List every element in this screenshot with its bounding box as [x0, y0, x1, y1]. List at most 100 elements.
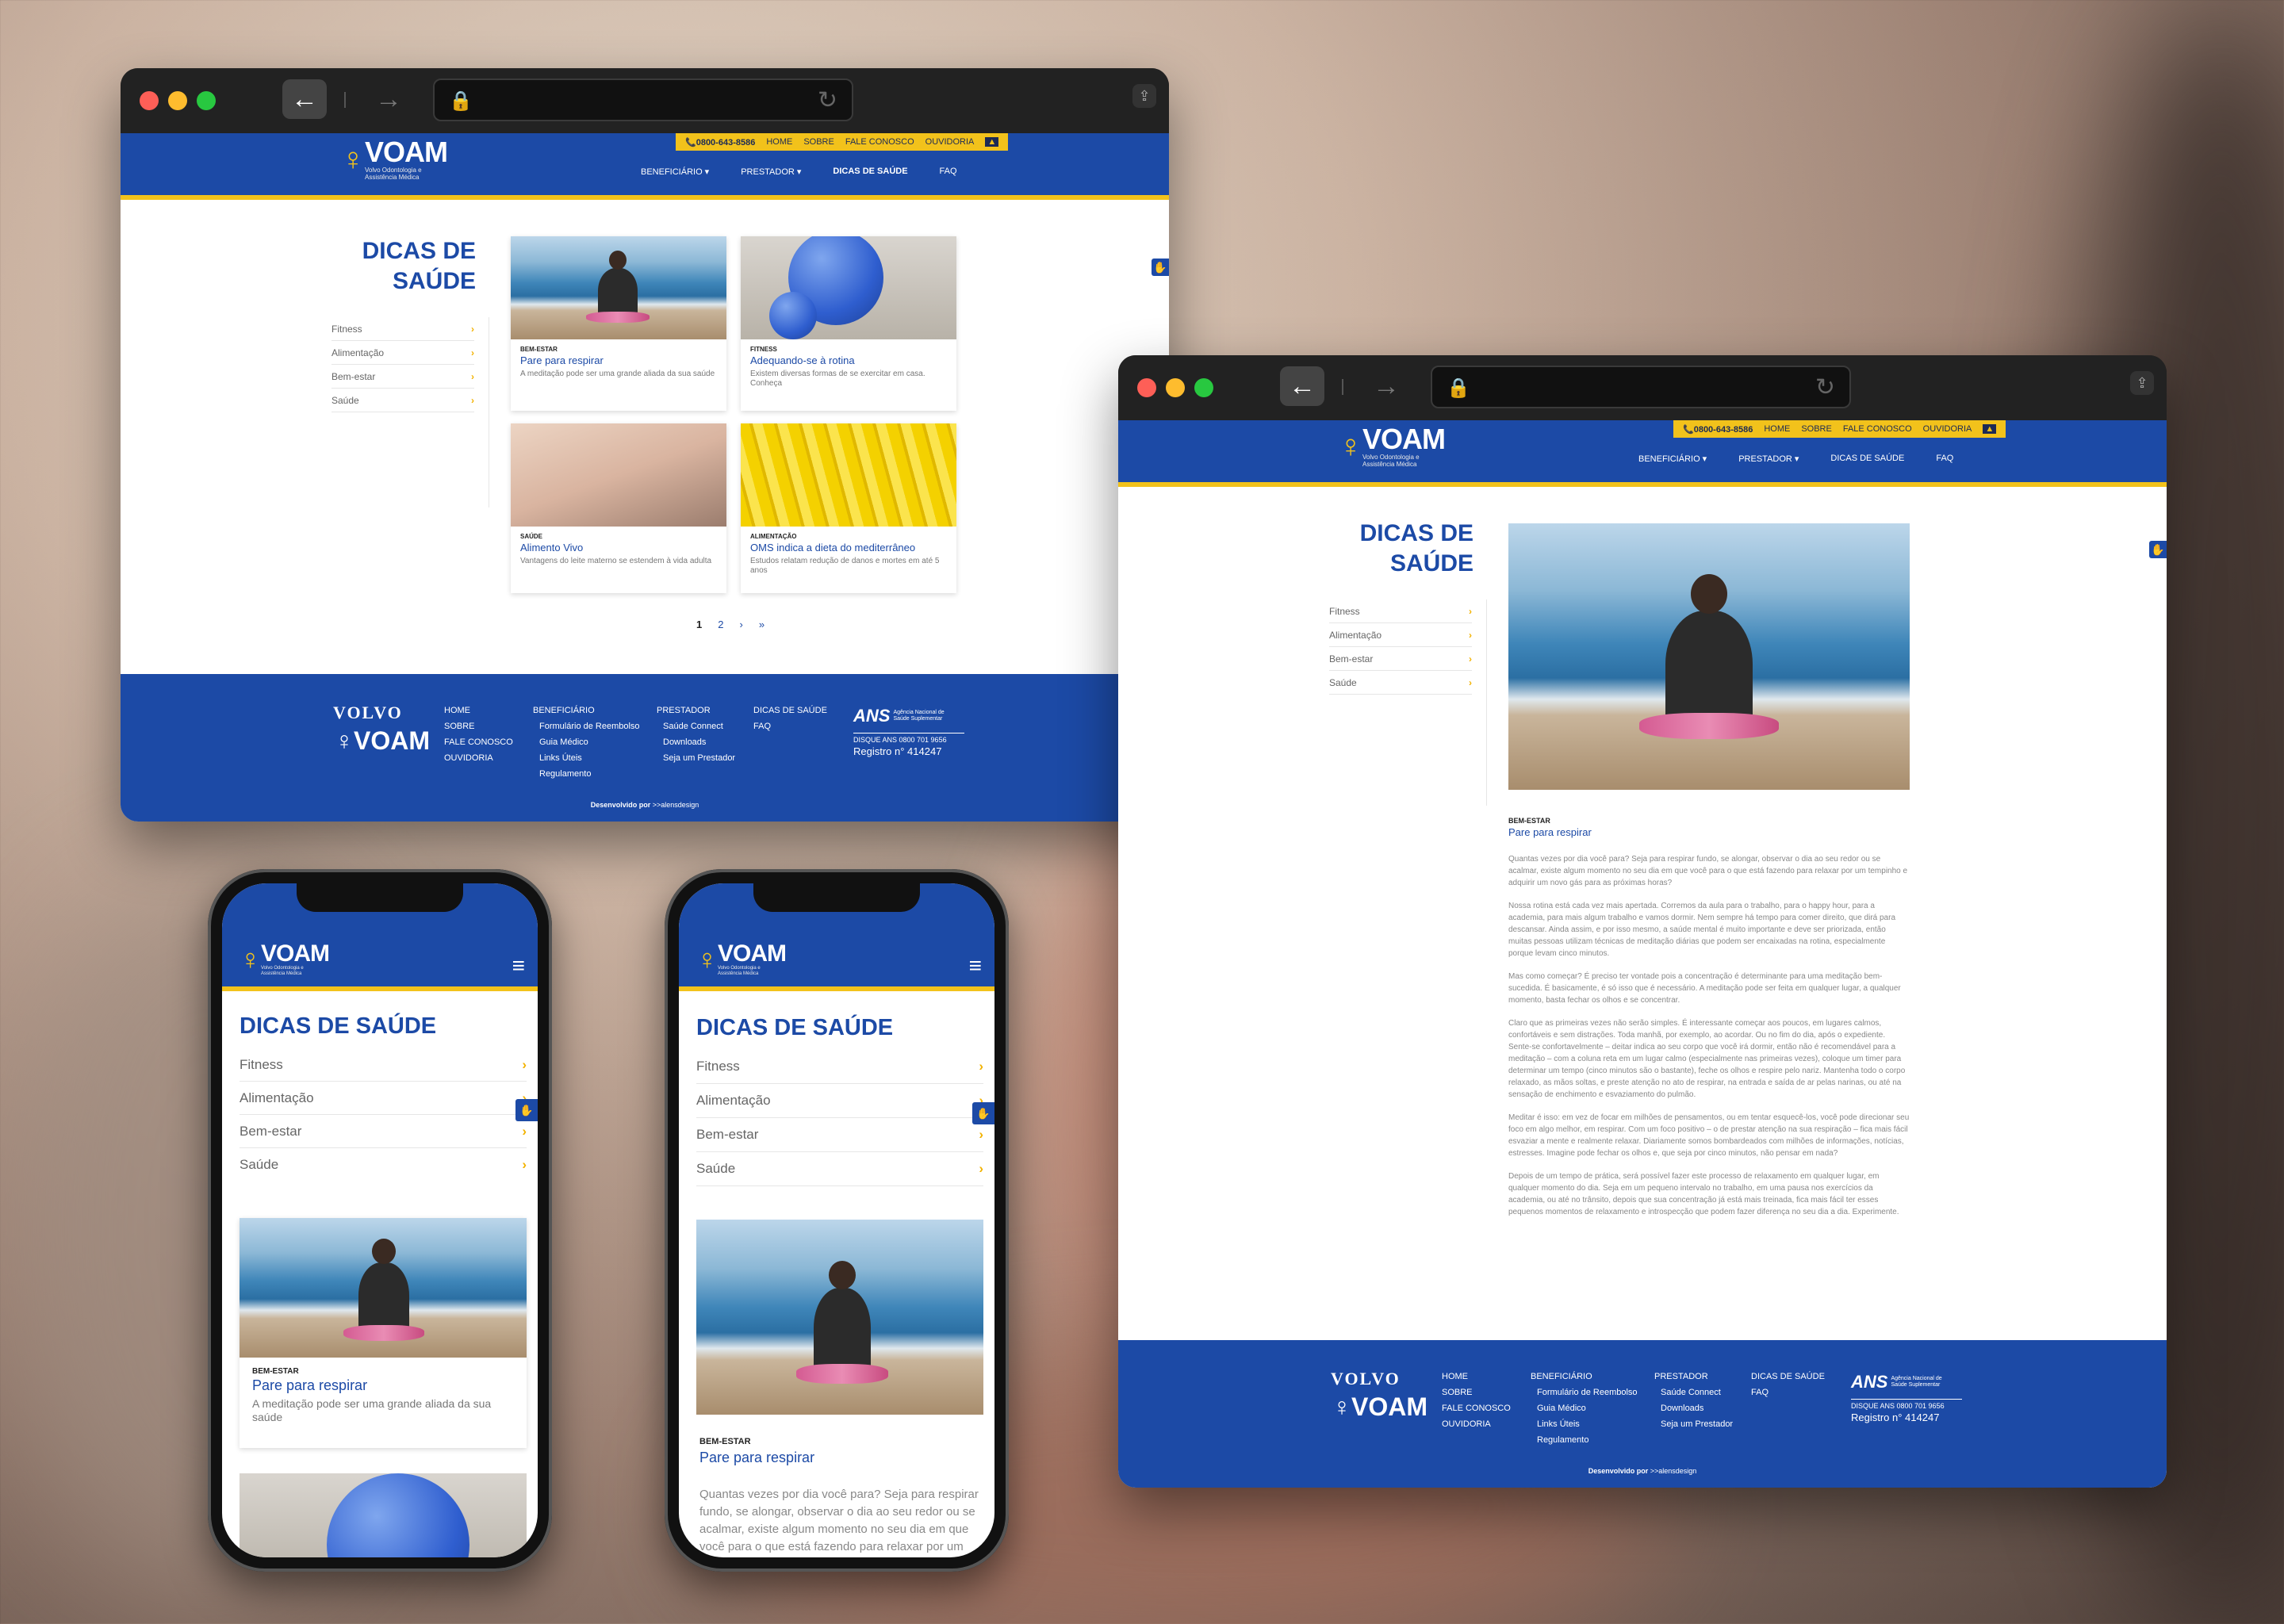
arrow-right-icon[interactable]: → — [1370, 366, 1402, 406]
top-link-fale-conosco[interactable]: FALE CONOSCO — [1843, 424, 1912, 434]
top-link-home[interactable]: HOME — [766, 137, 792, 147]
top-link-ouvidoria[interactable]: OUVIDORIA — [1923, 424, 1972, 434]
category-fitness[interactable]: Fitness › — [1329, 599, 1472, 623]
category-alimentacao[interactable]: Alimentação › — [1329, 623, 1472, 647]
category-saude[interactable]: Saúde › — [1329, 671, 1472, 695]
close-window-button[interactable] — [140, 91, 159, 110]
nav-dicas-de-saude[interactable]: DICAS DE SAÚDE — [1830, 454, 1904, 464]
nav-prestador[interactable]: PRESTADOR ▾ — [1738, 454, 1799, 464]
footer-link[interactable]: Regulamento — [1531, 1432, 1638, 1448]
nav-beneficiario[interactable]: BENEFICIÁRIO ▾ — [641, 167, 709, 177]
top-link-ouvidoria[interactable]: OUVIDORIA — [925, 137, 975, 147]
nav-dicas-de-saude[interactable]: DICAS DE SAÚDE — [833, 167, 907, 177]
footer-link-home[interactable]: HOME — [444, 703, 513, 718]
page-2[interactable]: 2 — [718, 619, 723, 630]
article-title[interactable]: Adequando-se à rotina — [750, 354, 947, 366]
voam-logo[interactable]: ♀ VOAM Volvo Odontologia e Assistência Mé… — [240, 942, 330, 977]
footer-link-dicas[interactable]: DICAS DE SAÚDE — [753, 703, 827, 718]
category-alimentacao[interactable]: Alimentação › — [331, 341, 474, 365]
footer-link[interactable]: Downloads — [657, 734, 735, 750]
hamburger-icon[interactable]: ≡ — [512, 953, 525, 979]
maximize-window-button[interactable] — [197, 91, 216, 110]
phone-link[interactable]: 📞0800-643-8586 — [1683, 424, 1753, 435]
article-card[interactable]: SAÚDE Alimento Vivo Vantagens do leite mat… — [511, 423, 726, 593]
footer-link-sobre[interactable]: SOBRE — [444, 718, 513, 734]
nav-beneficiario[interactable]: BENEFICIÁRIO ▾ — [1638, 454, 1707, 464]
voam-logo[interactable]: ♀ VOAM Volvo Odontologia e Assistência Mé… — [696, 942, 787, 977]
close-window-button[interactable] — [1137, 378, 1156, 397]
footer-heading-beneficiario[interactable]: BENEFICIÁRIO — [533, 703, 640, 718]
hamburger-icon[interactable]: ≡ — [969, 953, 982, 979]
article-card[interactable]: ALIMENTAÇÃO OMS indica a dieta do mediter… — [741, 423, 956, 593]
arrow-left-icon[interactable]: ← — [282, 79, 327, 119]
footer-link-dicas[interactable]: DICAS DE SAÚDE — [1751, 1369, 1825, 1385]
footer-link[interactable]: Links Úteis — [1531, 1416, 1638, 1432]
accessibility-hand-icon[interactable]: ✋ — [2149, 541, 2167, 558]
category-bem-estar[interactable]: Bem-estar › — [240, 1115, 527, 1148]
footer-link[interactable]: Links Úteis — [533, 750, 640, 766]
address-bar[interactable]: 🔒 ↻ — [433, 79, 853, 121]
footer-link-ouvidoria[interactable]: OUVIDORIA — [444, 750, 513, 766]
category-saude[interactable]: Saúde › — [696, 1152, 983, 1186]
address-bar[interactable]: 🔒 ↻ — [1431, 366, 1851, 408]
top-link-fale-conosco[interactable]: FALE CONOSCO — [845, 137, 914, 147]
arrow-left-icon[interactable]: ← — [1280, 366, 1324, 406]
footer-link-fale-conosco[interactable]: FALE CONOSCO — [444, 734, 513, 750]
nav-prestador[interactable]: PRESTADOR ▾ — [741, 167, 801, 177]
footer-heading-beneficiario[interactable]: BENEFICIÁRIO — [1531, 1369, 1638, 1385]
accessibility-hand-icon[interactable]: ✋ — [972, 1102, 994, 1124]
article-title[interactable]: Pare para respirar — [520, 354, 717, 366]
minimize-window-button[interactable] — [168, 91, 187, 110]
phone-link[interactable]: 📞0800-643-8586 — [685, 137, 755, 147]
footer-link-sobre[interactable]: SOBRE — [1442, 1385, 1511, 1400]
nav-faq[interactable]: FAQ — [940, 167, 957, 177]
footer-link[interactable]: Guia Médico — [533, 734, 640, 750]
arrow-right-icon[interactable]: → — [373, 79, 404, 119]
category-alimentacao[interactable]: Alimentação › — [696, 1084, 983, 1118]
article-title[interactable]: Alimento Vivo — [520, 542, 717, 553]
maximize-window-button[interactable] — [1194, 378, 1213, 397]
footer-link[interactable]: Guia Médico — [1531, 1400, 1638, 1416]
article-card[interactable]: BEM-ESTAR Pare para respirar A meditação p… — [511, 236, 726, 411]
voam-logo[interactable]: ♀ VOAM Volvo Odontologia e Assistência M… — [341, 138, 448, 182]
footer-link[interactable]: Seja um Prestador — [1654, 1416, 1733, 1432]
article-title[interactable]: OMS indica a dieta do mediterrâneo — [750, 542, 947, 553]
footer-link[interactable]: Saúde Connect — [1654, 1385, 1733, 1400]
footer-heading-prestador[interactable]: PRESTADOR — [1654, 1369, 1733, 1385]
category-fitness[interactable]: Fitness › — [331, 317, 474, 341]
footer-link[interactable]: Seja um Prestador — [657, 750, 735, 766]
footer-link[interactable]: Formulário de Reembolso — [1531, 1385, 1638, 1400]
accessibility-icon[interactable]: ▲ — [985, 137, 999, 147]
article-card[interactable]: FITNESS Adequando-se à rotina Existem dive… — [741, 236, 956, 411]
accessibility-hand-icon[interactable]: ✋ — [1152, 259, 1169, 276]
nav-faq[interactable]: FAQ — [1936, 454, 1953, 464]
page-1[interactable]: 1 — [696, 619, 702, 630]
article-title[interactable]: Pare para respirar — [252, 1377, 514, 1394]
footer-link-fale-conosco[interactable]: FALE CONOSCO — [1442, 1400, 1511, 1416]
share-icon[interactable]: ⇪ — [1132, 84, 1156, 108]
article-card[interactable]: BEM-ESTAR Pare para respirar A meditação p… — [240, 1218, 527, 1448]
voam-logo[interactable]: ♀ VOAM Volvo Odontologia e Assistência M… — [1339, 425, 1446, 469]
top-link-sobre[interactable]: SOBRE — [803, 137, 834, 147]
category-fitness[interactable]: Fitness › — [240, 1048, 527, 1082]
reload-icon[interactable]: ↻ — [1815, 373, 1835, 401]
minimize-window-button[interactable] — [1166, 378, 1185, 397]
footer-link-faq[interactable]: FAQ — [1751, 1385, 1825, 1400]
footer-link[interactable]: Regulamento — [533, 766, 640, 782]
category-alimentacao[interactable]: Alimentação › — [240, 1082, 527, 1115]
category-saude[interactable]: Saúde › — [240, 1148, 527, 1182]
accessibility-icon[interactable]: ▲ — [1983, 424, 1997, 434]
footer-link-faq[interactable]: FAQ — [753, 718, 827, 734]
next-page-icon[interactable]: › — [739, 619, 742, 630]
last-page-icon[interactable]: » — [759, 619, 765, 630]
accessibility-hand-icon[interactable]: ✋ — [515, 1099, 538, 1121]
footer-link[interactable]: Downloads — [1654, 1400, 1733, 1416]
footer-link[interactable]: Saúde Connect — [657, 718, 735, 734]
reload-icon[interactable]: ↻ — [818, 86, 837, 114]
top-link-home[interactable]: HOME — [1764, 424, 1790, 434]
footer-link-home[interactable]: HOME — [1442, 1369, 1511, 1385]
footer-link-ouvidoria[interactable]: OUVIDORIA — [1442, 1416, 1511, 1432]
top-link-sobre[interactable]: SOBRE — [1801, 424, 1832, 434]
share-icon[interactable]: ⇪ — [2130, 371, 2154, 395]
category-bem-estar[interactable]: Bem-estar › — [696, 1118, 983, 1152]
